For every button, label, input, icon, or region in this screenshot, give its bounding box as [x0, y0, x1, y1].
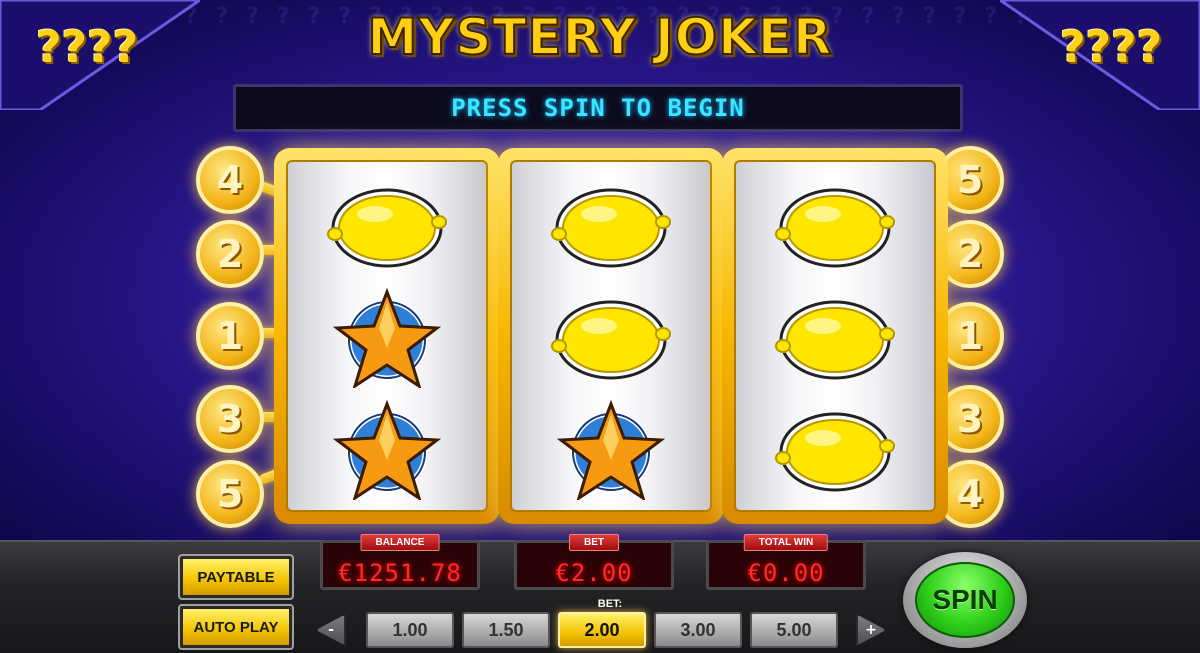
- lemon-symbol-icon: [775, 400, 895, 500]
- bet-option[interactable]: 1.00: [366, 612, 454, 648]
- bet-option-selected[interactable]: 2.00: [558, 612, 646, 648]
- minus-icon: -: [328, 622, 334, 638]
- payline-marker-left[interactable]: 2: [196, 220, 264, 288]
- bet-meter: BET €2.00: [514, 534, 674, 590]
- reel-1: [274, 148, 500, 524]
- lemon-symbol-icon: [551, 176, 671, 276]
- reel-window: [510, 160, 712, 512]
- star-symbol-icon: [551, 399, 671, 502]
- game-title: MYSTERY JOKER: [366, 7, 833, 67]
- spin-button[interactable]: SPIN: [903, 552, 1027, 648]
- balance-value: €1251.78: [338, 559, 462, 587]
- paytable-button[interactable]: PAYTABLE: [178, 554, 294, 600]
- star-symbol-icon: [327, 399, 447, 502]
- autoplay-button[interactable]: AUTO PLAY: [178, 604, 294, 650]
- bet-selector-caption: BET:: [597, 598, 623, 610]
- bet-option[interactable]: 1.50: [462, 612, 550, 648]
- bet-label: BET: [569, 534, 619, 551]
- payline-marker-left[interactable]: 5: [196, 460, 264, 528]
- reel-3: [722, 148, 948, 524]
- lemon-symbol-icon: [775, 288, 895, 388]
- payline-marker-left[interactable]: 3: [196, 385, 264, 453]
- game-stage: ????????????????????????????????????????…: [0, 0, 1200, 540]
- lemon-symbol-icon: [775, 176, 895, 276]
- plus-icon: +: [865, 622, 877, 638]
- lemon-symbol-icon: [327, 176, 447, 276]
- spin-button-label: SPIN: [915, 562, 1015, 638]
- balance-label: BALANCE: [360, 534, 440, 551]
- reel-window: [734, 160, 936, 512]
- lemon-symbol-icon: [551, 288, 671, 388]
- payline-marker-left[interactable]: 1: [196, 302, 264, 370]
- total-win-meter: TOTAL WIN €0.00: [706, 534, 866, 590]
- star-symbol-icon: [327, 287, 447, 390]
- status-message: PRESS SPIN TO BEGIN: [451, 94, 745, 122]
- total-win-value: €0.00: [747, 559, 825, 587]
- question-marks-icon: ????: [36, 22, 139, 73]
- payline-marker-left[interactable]: 4: [196, 146, 264, 214]
- bet-option[interactable]: 5.00: [750, 612, 838, 648]
- reel-2: [498, 148, 724, 524]
- corner-decoration-left: ????: [0, 0, 203, 112]
- corner-decoration-right: ????: [997, 0, 1200, 112]
- total-win-label: TOTAL WIN: [743, 534, 829, 551]
- bet-value: €2.00: [555, 559, 633, 587]
- bet-option[interactable]: 3.00: [654, 612, 742, 648]
- question-marks-icon: ????: [1060, 22, 1163, 73]
- balance-meter: BALANCE €1251.78: [320, 534, 480, 590]
- message-bar: PRESS SPIN TO BEGIN: [233, 84, 963, 132]
- reel-window: [286, 160, 488, 512]
